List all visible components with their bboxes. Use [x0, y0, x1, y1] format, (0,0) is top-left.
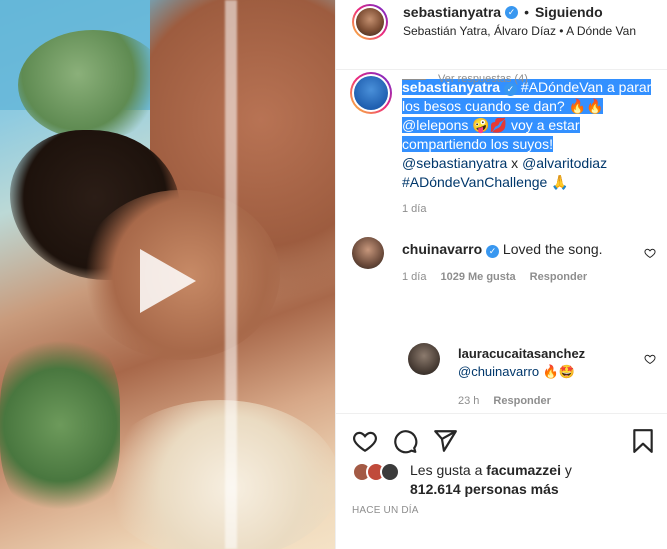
view-replies[interactable]: Ver respuestas (4) [402, 73, 528, 85]
avatar [380, 462, 400, 482]
comment-time: 1 día [402, 271, 427, 283]
reply-meta: 23 h Responder [458, 395, 551, 407]
mention-alvaritodiaz[interactable]: @alvaritodiaz [522, 155, 607, 171]
caption-emoji: 🙏 [547, 174, 569, 190]
audio-subtitle[interactable]: Sebastián Yatra, Álvaro Díaz • A Dónde V… [403, 24, 636, 38]
reply-text: lauracucaitasanchez @chuinavarro 🔥🤩 [458, 345, 638, 381]
caption-time: 1 día [402, 203, 427, 215]
post-date[interactable]: HACE UN DÍA [352, 505, 419, 516]
others-count[interactable]: 812.614 personas más [410, 481, 559, 497]
header-avatar[interactable] [352, 4, 388, 40]
reply-button[interactable]: Responder [530, 271, 587, 283]
action-bar: Les gusta a facumazzei y 812.614 persona… [336, 413, 667, 549]
likes-mid: y [560, 462, 572, 478]
post-details-panel: sebastianyatra ✓ • Siguiendo Sebastián Y… [335, 0, 667, 549]
reply-emoji: 🔥🤩 [539, 364, 576, 379]
comment-body: Loved the song. [502, 241, 603, 257]
view-replies-label[interactable]: Ver respuestas (4) [438, 73, 528, 85]
replies-line [402, 78, 426, 80]
reply-time: 23 h [458, 395, 480, 407]
comment-likes[interactable]: 1029 Me gusta [440, 271, 515, 283]
play-icon[interactable] [133, 246, 203, 316]
comment-username[interactable]: chuinavarro [402, 241, 482, 257]
comment-icon[interactable] [392, 428, 418, 454]
following-button[interactable]: Siguiendo [535, 4, 603, 20]
verified-icon: ✓ [505, 5, 519, 19]
avatar[interactable] [352, 237, 384, 269]
comment-meta: 1 día 1029 Me gusta Responder [402, 271, 587, 283]
mention-sebastianyatra[interactable]: @sebastianyatra [402, 155, 507, 171]
blonde-hair-area [100, 400, 335, 549]
light-leak [225, 0, 237, 549]
caption-avatar[interactable] [350, 72, 392, 114]
comment-text: chuinavarro ✓ Loved the song. [402, 241, 622, 258]
share-icon[interactable] [432, 428, 458, 454]
post-video[interactable] [0, 0, 335, 549]
likes-text: Les gusta a facumazzei y 812.614 persona… [410, 461, 572, 499]
liker-username[interactable]: facumazzei [486, 462, 561, 478]
verified-icon: ✓ [486, 245, 500, 258]
separator-dot: • [524, 4, 529, 20]
caption-text: sebastianyatra ✓ #ADóndeVan a parar los … [402, 78, 652, 192]
heart-icon[interactable] [352, 428, 378, 454]
header-user-line: sebastianyatra ✓ • Siguiendo [403, 4, 603, 20]
reply-username[interactable]: lauracucaitasanchez [458, 346, 585, 361]
heart-icon[interactable] [644, 247, 656, 259]
likes-summary: Les gusta a facumazzei y 812.614 persona… [352, 461, 572, 499]
mention-chuinavarro[interactable]: @chuinavarro [458, 364, 539, 379]
post-header: sebastianyatra ✓ • Siguiendo Sebastián Y… [336, 0, 667, 70]
liker-avatars[interactable] [352, 462, 400, 482]
header-username[interactable]: sebastianyatra [403, 4, 501, 20]
plant-foliage [18, 30, 168, 140]
mention-lelepons[interactable]: @lelepons [402, 117, 468, 133]
avatar[interactable] [408, 343, 440, 375]
reply-button[interactable]: Responder [493, 395, 550, 407]
bookmark-icon[interactable] [630, 428, 656, 454]
hashtag-challenge[interactable]: #ADóndeVanChallenge [402, 174, 547, 190]
caption-x: x [507, 155, 523, 171]
likes-prefix: Les gusta a [410, 462, 487, 478]
heart-icon[interactable] [644, 353, 656, 365]
